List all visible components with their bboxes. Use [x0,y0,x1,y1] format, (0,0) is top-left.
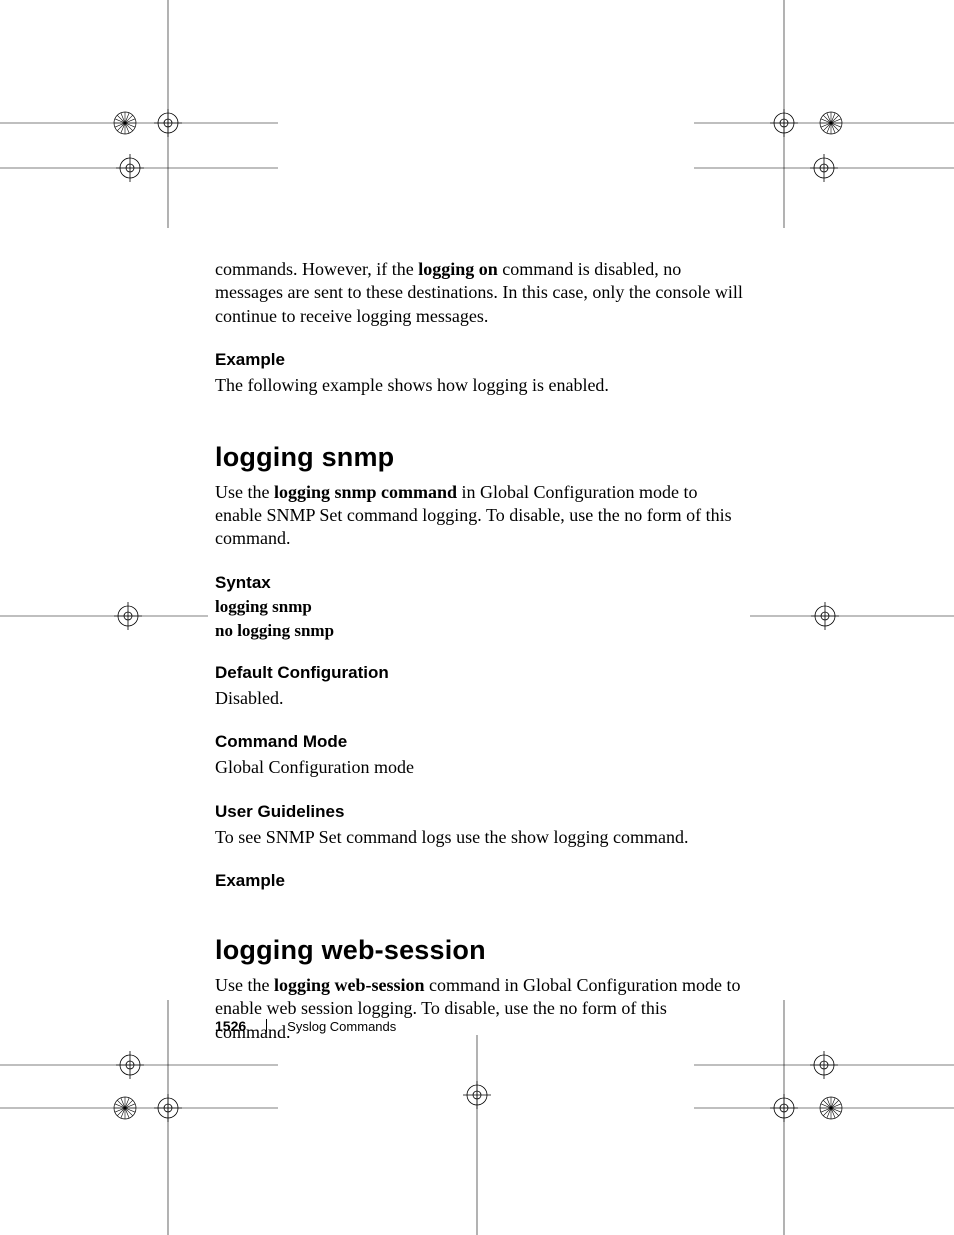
heading-logging-snmp: logging snmp [215,442,745,473]
registration-mark-icon [780,596,954,656]
body-paragraph: commands. However, if the logging on com… [215,258,745,328]
bold-text: logging on [418,259,498,279]
heading-example: Example [215,350,745,370]
syntax-line: no logging snmp [215,621,745,641]
heading-logging-web-session: logging web-session [215,935,745,966]
body-paragraph: The following example shows how logging … [215,374,745,397]
body-paragraph: Use the logging snmp command in Global C… [215,481,745,551]
registration-mark-icon [78,68,278,228]
text-run: Use the [215,482,274,502]
registration-mark-icon [430,1075,530,1235]
heading-command-mode: Command Mode [215,732,745,752]
body-paragraph: To see SNMP Set command logs use the sho… [215,826,745,849]
text-run: Use the [215,975,274,995]
body-paragraph: Global Configuration mode [215,756,745,779]
text-run: commands. However, if the [215,259,418,279]
heading-default-configuration: Default Configuration [215,663,745,683]
bold-text: logging web-session [274,975,425,995]
heading-example: Example [215,871,745,891]
syntax-line: logging snmp [215,597,745,617]
content-area: commands. However, if the logging on com… [215,258,745,1052]
registration-mark-icon [724,68,954,228]
body-paragraph: Disabled. [215,687,745,710]
heading-user-guidelines: User Guidelines [215,802,745,822]
registration-mark-icon [78,1030,278,1230]
document-page: commands. However, if the logging on com… [0,0,954,1235]
registration-mark-icon [724,1030,954,1230]
registration-mark-icon [88,596,208,656]
footer-section-name: Syslog Commands [287,1019,396,1034]
heading-syntax: Syntax [215,573,745,593]
bold-text: logging snmp command [274,482,457,502]
